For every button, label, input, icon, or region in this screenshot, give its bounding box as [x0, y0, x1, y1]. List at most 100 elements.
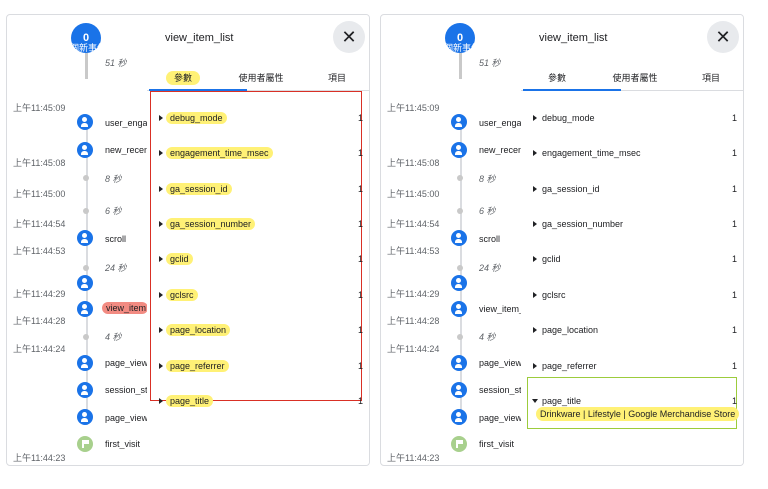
timestamp: 上午11:45:00 [387, 189, 440, 199]
parameter-name: ga_session_number [542, 219, 624, 229]
tab-parameters[interactable]: 參數 [533, 71, 581, 84]
parameter-row[interactable]: gclid 1 [529, 250, 741, 270]
timestamp: 上午11:44:29 [387, 289, 440, 299]
parameter-row[interactable]: debug_mode 1 [529, 109, 741, 129]
expand-triangle-icon [533, 186, 537, 192]
expand-triangle-icon [159, 150, 163, 156]
event-icon[interactable] [77, 409, 93, 425]
parameter-count: 1 [357, 290, 363, 300]
parameter-name: page_referrer [166, 360, 229, 372]
parameter-row[interactable]: engagement_time_msec 1 [155, 144, 367, 164]
parameter-name: page_title [542, 396, 582, 406]
expand-triangle-icon [159, 363, 163, 369]
event-name[interactable]: new_recent [479, 145, 525, 155]
parameter-row[interactable]: gclsrc 1 [529, 286, 741, 306]
parameter-row[interactable]: engagement_time_msec 1 [529, 144, 741, 164]
timestamp: 上午11:44:24 [387, 344, 440, 354]
event-icon[interactable] [77, 382, 93, 398]
parameter-count: 1 [731, 113, 737, 123]
event-icon[interactable] [451, 142, 467, 158]
close-icon[interactable]: ✕ [333, 21, 365, 53]
timestamp: 上午11:44:28 [387, 316, 440, 326]
event-name[interactable]: first_visit [105, 439, 151, 449]
parameter-row[interactable]: gclid 1 [155, 250, 367, 270]
tab-user-properties[interactable]: 使用者屬性 [225, 71, 297, 84]
tab-user-properties[interactable]: 使用者屬性 [599, 71, 671, 84]
expand-triangle-icon [159, 398, 163, 404]
parameter-name: gclid [542, 254, 561, 264]
parameter-row[interactable]: ga_session_id 1 [529, 180, 741, 200]
event-name[interactable]: user_engag [105, 118, 151, 128]
parameter-count: 1 [357, 184, 363, 194]
event-icon[interactable] [451, 275, 467, 291]
event-name-selected[interactable]: view_item_ [102, 302, 148, 314]
close-icon[interactable]: ✕ [707, 21, 739, 53]
parameter-count: 1 [731, 254, 737, 264]
tab-parameters[interactable]: 參數 [159, 71, 207, 85]
parameter-row[interactable]: page_referrer 1 [529, 357, 741, 377]
flag-icon[interactable] [451, 436, 467, 452]
flag-icon[interactable] [77, 436, 93, 452]
event-name[interactable]: first_visit [479, 439, 525, 449]
event-icon[interactable] [77, 142, 93, 158]
event-icon[interactable] [77, 301, 93, 317]
tab-items[interactable]: 項目 [317, 71, 357, 84]
parameter-row[interactable]: page_title 1 [155, 392, 367, 412]
expand-triangle-icon [159, 115, 163, 121]
gap-dot [457, 334, 463, 340]
expand-triangle-icon [533, 363, 537, 369]
timestamp: 上午11:44:24 [13, 344, 66, 354]
timestamp: 上午11:45:09 [387, 103, 440, 113]
event-icon[interactable] [451, 301, 467, 317]
parameter-count: 1 [357, 396, 363, 406]
expand-triangle-icon [159, 221, 163, 227]
event-name[interactable]: user_engag [479, 118, 525, 128]
parameter-row[interactable]: page_location 1 [155, 321, 367, 341]
event-name[interactable]: new_recent [105, 145, 151, 155]
event-name[interactable]: page_view [479, 413, 525, 423]
event-icon[interactable] [77, 230, 93, 246]
expand-triangle-icon [533, 292, 537, 298]
expand-triangle-icon [159, 327, 163, 333]
parameter-row[interactable]: debug_mode 1 [155, 109, 367, 129]
timestamp: 上午11:44:54 [387, 219, 440, 229]
badge-sub: 個新事件 [443, 43, 480, 53]
event-name[interactable]: scroll [479, 234, 525, 244]
parameter-name: gclsrc [166, 289, 198, 301]
parameter-name: page_title [166, 395, 214, 407]
event-name[interactable]: scroll [105, 234, 151, 244]
parameter-value: Drinkware | Lifestyle | Google Merchandi… [536, 407, 740, 421]
tab-bar: 參數 使用者屬性 項目 [521, 65, 743, 91]
parameter-name: ga_session_id [542, 184, 600, 194]
event-name[interactable]: view_item_ [479, 304, 525, 314]
event-icon[interactable] [451, 382, 467, 398]
event-name[interactable]: session_st [479, 385, 525, 395]
event-icon[interactable] [451, 355, 467, 371]
gap-dot [457, 265, 463, 271]
parameter-name: engagement_time_msec [542, 148, 641, 158]
parameter-name: page_location [166, 324, 231, 336]
gap-dot [83, 208, 89, 214]
event-icon[interactable] [77, 355, 93, 371]
parameter-row[interactable]: ga_session_number 1 [155, 215, 367, 235]
event-name[interactable]: page_view [105, 358, 151, 368]
parameter-name: gclid [166, 253, 193, 265]
event-icon[interactable] [451, 409, 467, 425]
event-icon[interactable] [77, 114, 93, 130]
event-icon[interactable] [451, 114, 467, 130]
event-name[interactable]: page_view [479, 358, 525, 368]
event-icon[interactable] [451, 230, 467, 246]
tab-items[interactable]: 項目 [691, 71, 731, 84]
parameter-row[interactable]: page_referrer 1 [155, 357, 367, 377]
parameter-count: 1 [731, 219, 737, 229]
parameter-row[interactable]: gclsrc 1 [155, 286, 367, 306]
event-name[interactable]: page_view [105, 413, 151, 423]
parameter-row[interactable]: ga_session_number 1 [529, 215, 741, 235]
event-icon[interactable] [77, 275, 93, 291]
gap-label: 4 秒 [105, 332, 122, 342]
parameter-row[interactable]: page_location 1 [529, 321, 741, 341]
debug-panel-left: 0 個新事件 51 秒 上午11:45:09 user_engag new_re… [6, 14, 370, 466]
parameter-row[interactable]: ga_session_id 1 [155, 180, 367, 200]
event-name[interactable]: session_st [105, 385, 151, 395]
expand-triangle-icon [159, 186, 163, 192]
